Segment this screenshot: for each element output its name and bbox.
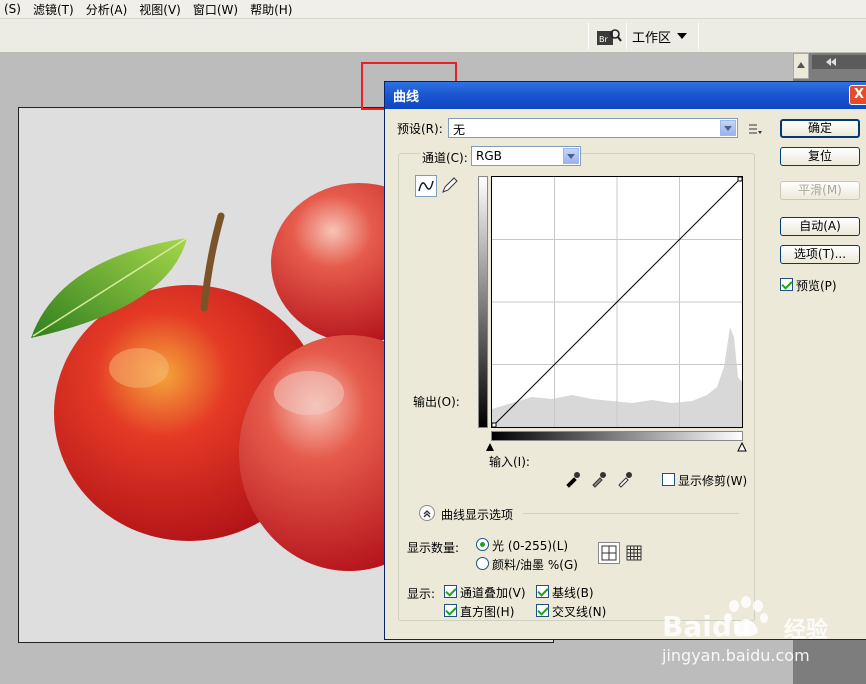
eyedropper-gray-icon [592,472,606,488]
workspace-label: 工作区 [632,30,672,46]
baseline-checkbox[interactable] [536,585,549,598]
curve-options-toggle[interactable] [419,505,435,521]
grid-4-icon [601,545,617,561]
light-radio[interactable] [476,538,489,551]
chevron-down-icon [677,33,688,39]
watermark-brand-cn: 经验 [784,618,829,643]
bridge-label: Br [599,35,608,44]
pencil-draw-tool[interactable] [439,175,461,197]
panel-collapse-tabs[interactable] [812,55,866,69]
menu-item-window[interactable]: 窗口(W) [193,1,238,18]
curve-options-label: 曲线显示选项 [441,508,514,522]
channel-overlay-label: 通道叠加(V) [460,586,526,600]
preset-label: 预设(R): [397,122,443,136]
curve-point-black[interactable] [492,422,497,427]
bridge-icon: Br [597,29,622,45]
input-label: 输入(I): [489,455,530,469]
simple-grid-button[interactable] [598,542,620,564]
preset-value: 无 [453,123,466,137]
pigment-radio[interactable] [476,557,489,570]
baidu-watermark: Baidu 经验 jingyan.baidu.com [660,590,860,680]
curve-point-tool[interactable] [415,175,437,197]
dialog-title: 曲线 [393,90,420,105]
detailed-grid-button[interactable] [623,542,645,564]
workspace-button[interactable]: 工作区 [632,26,688,46]
menu-item-select[interactable]: (S) [4,2,21,16]
intersection-checkbox[interactable] [536,604,549,617]
list-menu-icon [749,124,762,134]
toolbar-separator [626,23,627,49]
watermark-brand: Baidu [662,610,752,643]
pencil-icon [442,177,458,193]
chevron-up-icon [423,510,431,518]
smooth-button[interactable]: 平滑(M) [780,181,860,200]
scroll-up-icon [797,62,805,68]
menu-item-analysis[interactable]: 分析(A) [86,1,128,18]
baseline-label: 基线(B) [552,586,594,600]
section-divider [523,513,739,514]
output-gradient-bar [478,176,488,428]
channel-overlay-checkbox[interactable] [444,585,457,598]
chevron-down-icon [563,148,579,164]
triangle-white-icon [737,441,747,452]
curve-icon [418,180,434,192]
gray-eyedropper-button[interactable] [590,470,608,488]
preset-options-button[interactable] [747,122,763,136]
toolbar-separator [588,23,589,49]
panel-scroll-up-button[interactable] [793,53,809,79]
chevron-down-icon [720,120,736,136]
triangle-black-icon [486,443,494,451]
options-bar: Br 工作区 [0,19,866,53]
preset-select[interactable]: 无 [448,118,738,138]
bridge-button[interactable]: Br [596,27,622,47]
reset-button[interactable]: 复位 [780,147,860,166]
show-amount-label: 显示数量: [407,541,460,555]
white-eyedropper-button[interactable] [616,470,634,488]
eyedropper-white-icon [618,472,632,488]
toolbar-separator [698,23,699,49]
menu-bar: (S) 滤镜(T) 分析(A) 视图(V) 窗口(W) 帮助(H) [0,0,866,19]
watermark-url: jingyan.baidu.com [662,646,810,665]
black-eyedropper-button[interactable] [564,470,582,488]
grid-16-icon [626,545,642,561]
histogram-label: 直方图(H) [460,605,515,619]
curves-dialog: 曲线 X 预设(R): 无 通道(C): RGB 输出(O): 输入(I): 显… [384,81,866,640]
input-gradient-bar [491,431,743,441]
histogram-checkbox[interactable] [444,604,457,617]
auto-button[interactable]: 自动(A) [780,217,860,236]
show-label: 显示: [407,587,436,601]
pigment-label: 颜料/油墨 %(G) [492,558,578,572]
white-point-slider[interactable] [737,441,747,452]
curve-point-white[interactable] [737,177,742,182]
light-label: 光 (0-255)(L) [492,539,569,553]
channel-label: 通道(C): [420,149,470,166]
channel-value: RGB [476,149,502,163]
show-clipping-checkbox[interactable] [662,473,675,486]
eyedropper-black-icon [566,472,580,488]
intersection-label: 交叉线(N) [552,605,607,619]
options-button[interactable]: 选项(T)... [780,245,860,264]
dialog-titlebar[interactable]: 曲线 [385,82,866,109]
ok-button[interactable]: 确定 [780,119,860,138]
black-point-slider[interactable] [485,441,495,451]
menu-item-help[interactable]: 帮助(H) [250,1,292,18]
channel-select[interactable]: RGB [471,146,581,166]
preview-checkbox[interactable] [780,278,793,291]
menu-item-filter[interactable]: 滤镜(T) [33,1,74,18]
curve-graph-svg [492,177,742,427]
curve-graph[interactable] [491,176,743,428]
collapse-arrows-icon [812,55,866,69]
preview-label: 预览(P) [796,279,837,293]
output-label: 输出(O): [413,395,460,409]
menu-item-view[interactable]: 视图(V) [139,1,181,18]
close-button[interactable]: X [849,85,866,105]
show-clipping-label: 显示修剪(W) [678,474,748,488]
